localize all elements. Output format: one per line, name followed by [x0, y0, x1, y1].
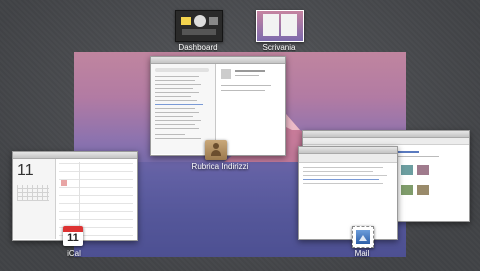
- calendar-icon-day: 11: [67, 232, 79, 244]
- space-scrivania-thumbnail[interactable]: [256, 10, 304, 42]
- widget-weather: [182, 29, 216, 35]
- thumbnail: [401, 185, 413, 195]
- contact-photo: [221, 69, 231, 79]
- day-grid: [59, 162, 133, 236]
- window-titlebar: [151, 57, 285, 64]
- mini-window: [263, 14, 279, 36]
- mini-month: 11: [13, 159, 56, 239]
- space-dashboard-thumbnail[interactable]: [175, 10, 223, 42]
- calendar-icon: 11: [63, 226, 83, 246]
- window-titlebar: [13, 152, 137, 159]
- widget-clock: [194, 15, 206, 27]
- mail-stamp-icon: [352, 226, 374, 248]
- mini-window: [281, 14, 297, 36]
- address-book-label: Rubrica Indirizzi: [191, 162, 249, 171]
- thumbnail: [401, 165, 413, 175]
- window-titlebar: [303, 131, 469, 138]
- address-book-icon: [205, 140, 227, 160]
- space-label-dashboard: Dashboard: [178, 43, 218, 52]
- space-label-scrivania: Scrivania: [262, 43, 296, 52]
- widget-note: [181, 17, 191, 25]
- ical-label: iCal: [67, 249, 81, 258]
- window-titlebar: [299, 147, 397, 154]
- thumbnail: [417, 165, 429, 175]
- mail-label: Mail: [354, 249, 370, 258]
- thumbnail: [417, 185, 429, 195]
- mail-window[interactable]: [298, 146, 398, 240]
- day-number: 11: [17, 162, 34, 179]
- widget-calc: [209, 17, 218, 25]
